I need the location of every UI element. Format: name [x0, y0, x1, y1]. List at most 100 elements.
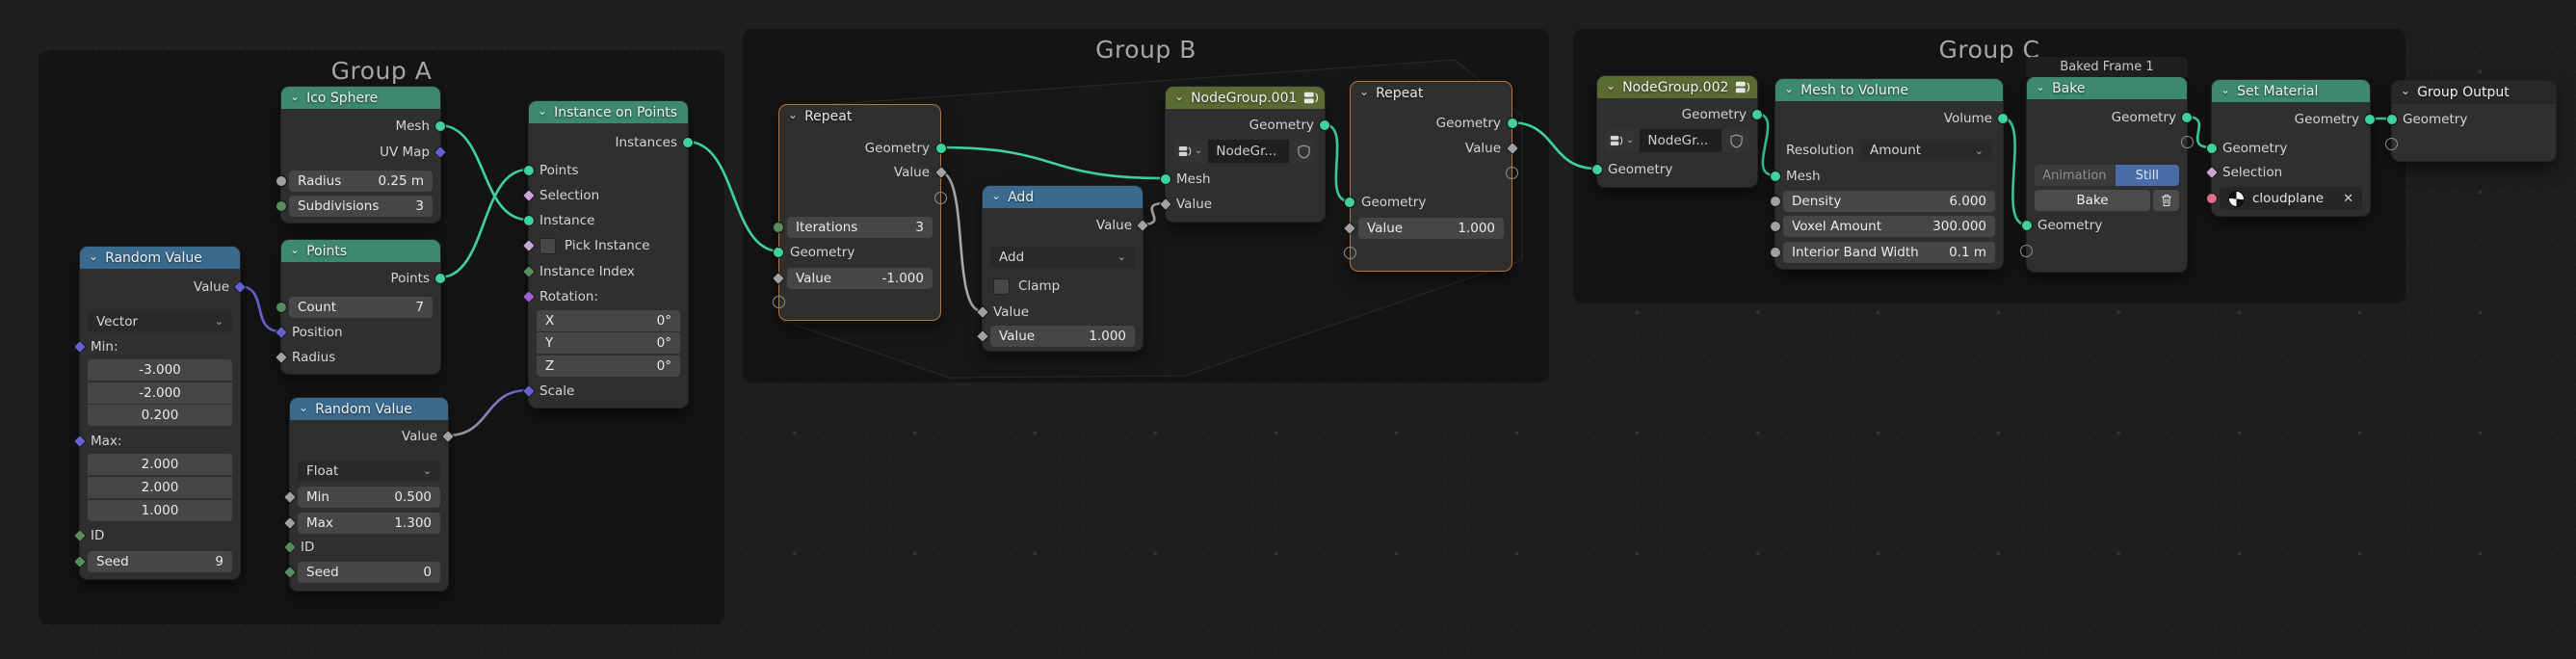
node-bake[interactable]: Baked Frame 1 ⌄ Bake Geometry Animation … — [2026, 76, 2188, 273]
seed-field[interactable]: Seed0 — [298, 562, 440, 583]
socket-geometry-output[interactable] — [1751, 109, 1763, 120]
data-type-dropdown[interactable]: Vector⌄ — [88, 311, 232, 332]
bake-mode-animation-button[interactable]: Animation — [2035, 165, 2115, 186]
socket-geometry-output[interactable] — [2364, 114, 2376, 125]
socket-radius-input[interactable] — [276, 175, 287, 187]
node-header[interactable]: ⌄ NodeGroup.002 — [1597, 76, 1757, 98]
pick-instance-checkbox[interactable] — [539, 238, 556, 254]
node-header[interactable]: ⌄ Points — [281, 240, 440, 262]
socket-geometry-input[interactable] — [773, 247, 784, 258]
wire-points-points-to-iop-points[interactable] — [439, 170, 528, 277]
node-header[interactable]: ⌄ Repeat — [779, 105, 940, 127]
max-field[interactable]: Max1.300 — [298, 513, 440, 534]
socket-extend-output[interactable] — [2181, 136, 2194, 148]
collapse-chevron-icon[interactable]: ⌄ — [1606, 81, 1616, 91]
socket-density-input[interactable] — [1770, 196, 1781, 207]
node-header[interactable]: ⌄ Instance on Points — [529, 101, 688, 123]
node-header[interactable]: ⌄ Mesh to Volume — [1775, 79, 2003, 101]
interior-band-width-field[interactable]: Interior Band Width0.1 m — [1783, 242, 1995, 263]
node-header[interactable]: ⌄ Repeat — [1351, 82, 1511, 104]
bake-mode-still-button[interactable]: Still — [2116, 165, 2179, 186]
material-field[interactable]: cloudplane ✕ — [2220, 187, 2362, 210]
socket-extend-output[interactable] — [934, 192, 947, 204]
socket-points-output[interactable] — [434, 273, 446, 284]
socket-interior-band-width-input[interactable] — [1770, 247, 1781, 258]
radius-field[interactable]: Radius0.25 m — [289, 171, 433, 192]
node-group-browse-button[interactable]: ⌄ — [1173, 140, 1207, 163]
socket-geometry-output[interactable] — [1507, 118, 1518, 129]
min-field[interactable]: Min0.500 — [298, 487, 440, 508]
node-header[interactable]: ⌄ Bake — [2027, 77, 2187, 99]
max-z-field[interactable]: 1.000 — [88, 500, 232, 521]
node-header[interactable]: ⌄ Add — [983, 186, 1143, 208]
delete-bake-button[interactable] — [2153, 190, 2179, 211]
node-editor-canvas[interactable]: Group A Group B Group C ⌄ Random Value V… — [0, 0, 2576, 659]
socket-geometry-input[interactable] — [1344, 197, 1355, 208]
node-repeat-input[interactable]: ⌄ Repeat Geometry Value Iterations3 Geom… — [778, 104, 941, 321]
wire-rv-vector-value-to-points-position[interactable] — [239, 286, 280, 331]
socket-instances-output[interactable] — [682, 137, 694, 148]
node-header[interactable]: ⌄ NodeGroup.001 — [1166, 87, 1325, 109]
socket-count-input[interactable] — [276, 302, 287, 313]
max-y-field[interactable]: 2.000 — [88, 477, 232, 498]
collapse-chevron-icon[interactable]: ⌄ — [1359, 87, 1369, 96]
collapse-chevron-icon[interactable]: ⌄ — [2221, 85, 2230, 94]
node-group-browse-button[interactable]: ⌄ — [1605, 129, 1639, 152]
socket-geometry-output[interactable] — [2181, 112, 2193, 123]
socket-mesh-input[interactable] — [1770, 171, 1781, 182]
count-field[interactable]: Count7 — [289, 297, 433, 318]
socket-geometry-input[interactable] — [2206, 143, 2218, 154]
collapse-chevron-icon[interactable]: ⌄ — [538, 106, 547, 116]
collapse-chevron-icon[interactable]: ⌄ — [290, 92, 300, 101]
collapse-chevron-icon[interactable]: ⌄ — [2401, 86, 2410, 95]
socket-geometry-output[interactable] — [1319, 119, 1330, 131]
value-field[interactable]: Value1.000 — [990, 326, 1135, 347]
wire-rv-float-value-to-iop-scale[interactable] — [447, 390, 528, 435]
density-field[interactable]: Density6.000 — [1783, 191, 1995, 212]
fake-user-shield-button[interactable] — [1722, 129, 1749, 152]
collapse-chevron-icon[interactable]: ⌄ — [89, 251, 98, 261]
min-y-field[interactable]: -2.000 — [88, 382, 232, 404]
socket-extend-input[interactable] — [1344, 247, 1356, 259]
rotation-x-field[interactable]: X0° — [537, 310, 680, 331]
wire-repeat2-geometry-to-ng2-geometry[interactable] — [1511, 122, 1596, 169]
node-group-name-field[interactable]: NodeGr... — [1208, 140, 1289, 163]
node-set-material[interactable]: ⌄ Set Material Geometry Geometry Selecti… — [2211, 79, 2371, 217]
socket-iterations-input[interactable] — [773, 222, 784, 233]
node-repeat-output[interactable]: ⌄ Repeat Geometry Value Geometry Value1.… — [1350, 81, 1512, 272]
bake-button[interactable]: Bake — [2035, 190, 2150, 211]
rotation-z-field[interactable]: Z0° — [537, 356, 680, 377]
min-x-field[interactable]: -3.000 — [88, 359, 232, 381]
node-group-output[interactable]: ⌄ Group Output Geometry — [2391, 80, 2557, 162]
node-nodegroup-001[interactable]: ⌄ NodeGroup.001 Geometry ⌄ NodeGr... Mes… — [1165, 86, 1326, 223]
socket-mesh-input[interactable] — [1160, 173, 1171, 185]
node-random-value-float[interactable]: ⌄ Random Value Value Float⌄ Min0.500 Max… — [289, 397, 449, 592]
wire-iop-instances-to-repeat-geometry[interactable] — [687, 142, 780, 251]
node-header[interactable]: ⌄ Set Material — [2212, 80, 2370, 102]
node-header[interactable]: ⌄ Random Value — [80, 247, 240, 269]
voxel-amount-field[interactable]: Voxel Amount300.000 — [1783, 216, 1995, 237]
clamp-checkbox[interactable] — [993, 278, 1010, 295]
node-header[interactable]: ⌄ Ico Sphere — [281, 87, 440, 109]
node-instance-on-points[interactable]: ⌄ Instance on Points Instances Points Se… — [528, 100, 689, 409]
socket-volume-output[interactable] — [1997, 113, 2009, 124]
socket-geometry-input[interactable] — [1591, 164, 1603, 175]
socket-extend-input[interactable] — [2020, 245, 2033, 257]
fake-user-shield-button[interactable] — [1290, 140, 1317, 163]
socket-extend-input[interactable] — [773, 296, 785, 308]
node-ico-sphere[interactable]: ⌄ Ico Sphere Mesh UV Map Radius0.25 m Su… — [280, 86, 441, 224]
data-type-dropdown[interactable]: Float⌄ — [298, 461, 440, 482]
wire-ng2-geometry-to-m2v-mesh[interactable] — [1756, 114, 1774, 175]
rotation-y-field[interactable]: Y0° — [537, 332, 680, 354]
node-nodegroup-002[interactable]: ⌄ NodeGroup.002 Geometry ⌄ NodeGr... Geo… — [1596, 75, 1758, 188]
collapse-chevron-icon[interactable]: ⌄ — [299, 403, 308, 412]
socket-subdivisions-input[interactable] — [276, 200, 287, 212]
resolution-dropdown[interactable]: Amount⌄ — [1861, 140, 1992, 161]
node-points[interactable]: ⌄ Points Points Count7 Position Radius — [280, 239, 441, 375]
node-add-math[interactable]: ⌄ Add Value Add⌄ Clamp Value Value1.000 — [982, 185, 1143, 352]
value-field[interactable]: Value-1.000 — [787, 268, 933, 289]
socket-extend-input[interactable] — [2385, 138, 2398, 150]
clear-material-icon[interactable]: ✕ — [2343, 192, 2353, 206]
node-header[interactable]: ⌄ Random Value — [290, 398, 448, 420]
socket-instance-input[interactable] — [523, 215, 535, 226]
